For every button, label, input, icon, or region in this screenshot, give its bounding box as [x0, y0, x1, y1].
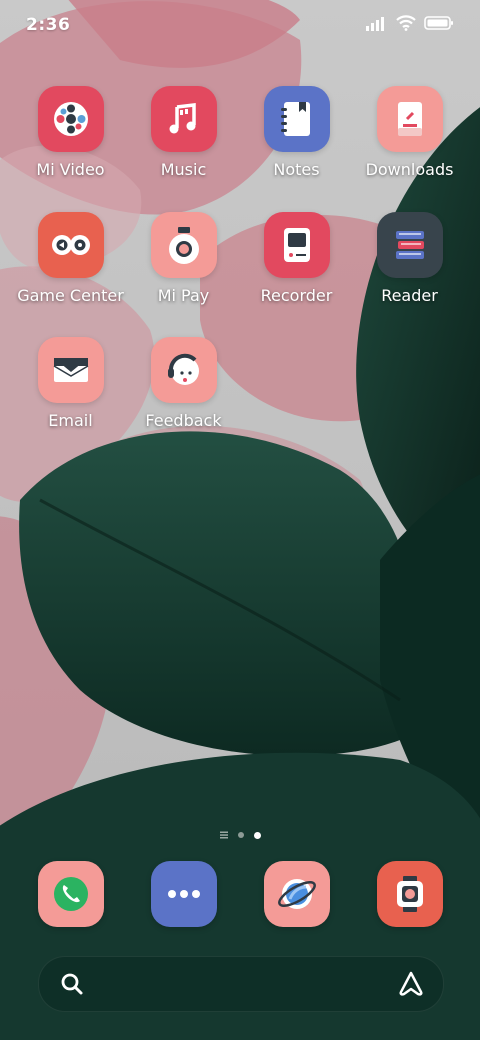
app-label: Music	[160, 160, 207, 179]
mi-pay-icon	[150, 212, 217, 278]
messaging-icon	[168, 890, 200, 898]
app-mi-video[interactable]: Mi Video	[14, 86, 127, 196]
app-feedback[interactable]: Feedback	[127, 337, 240, 447]
email-icon	[37, 337, 104, 403]
app-label: Recorder	[260, 286, 333, 305]
reader-icon	[376, 212, 443, 278]
dock-camera[interactable]	[377, 861, 443, 927]
app-label: Mi Pay	[157, 286, 210, 305]
app-mi-pay[interactable]: Mi Pay	[127, 212, 240, 322]
app-downloads[interactable]: Downloads	[353, 86, 466, 196]
app-email[interactable]: Email	[14, 337, 127, 447]
app-reader[interactable]: Reader	[353, 212, 466, 322]
app-label: Feedback	[145, 411, 222, 430]
notes-icon	[263, 86, 330, 152]
camera-icon	[397, 876, 423, 912]
battery-icon	[424, 16, 453, 30]
search-icon[interactable]	[59, 971, 85, 997]
mi-video-icon	[37, 86, 104, 152]
app-label: Game Center	[17, 286, 124, 305]
app-label: Mi Video	[36, 160, 105, 179]
dock-browser[interactable]	[264, 861, 330, 927]
search-bar[interactable]	[38, 956, 444, 1012]
feedback-icon	[150, 337, 217, 403]
app-notes[interactable]: Notes	[240, 86, 353, 196]
page-dot-icon[interactable]	[237, 832, 244, 838]
app-label: Notes	[273, 160, 320, 179]
cellular-signal-icon	[366, 17, 384, 31]
app-label: Reader	[381, 286, 438, 305]
assistant-icon[interactable]	[397, 970, 425, 998]
dock-messaging[interactable]	[151, 861, 217, 927]
status-time: 2:36	[26, 15, 71, 35]
app-music[interactable]: Music	[127, 86, 240, 196]
browser-icon	[278, 879, 316, 909]
app-label: Email	[48, 411, 93, 430]
recorder-icon	[263, 212, 330, 278]
wifi-icon	[396, 15, 416, 31]
page-indicator[interactable]	[0, 828, 480, 842]
downloads-icon	[376, 86, 443, 152]
game-center-icon	[37, 212, 104, 278]
dock-phone[interactable]	[38, 861, 104, 927]
page-dot-active-icon[interactable]	[253, 831, 261, 839]
phone-icon	[54, 877, 88, 911]
app-label: Downloads	[365, 160, 454, 179]
status-bar: 2:36	[0, 0, 480, 50]
music-icon	[150, 86, 217, 152]
app-list-icon[interactable]	[219, 831, 228, 839]
app-game-center[interactable]: Game Center	[14, 212, 127, 322]
app-recorder[interactable]: Recorder	[240, 212, 353, 322]
